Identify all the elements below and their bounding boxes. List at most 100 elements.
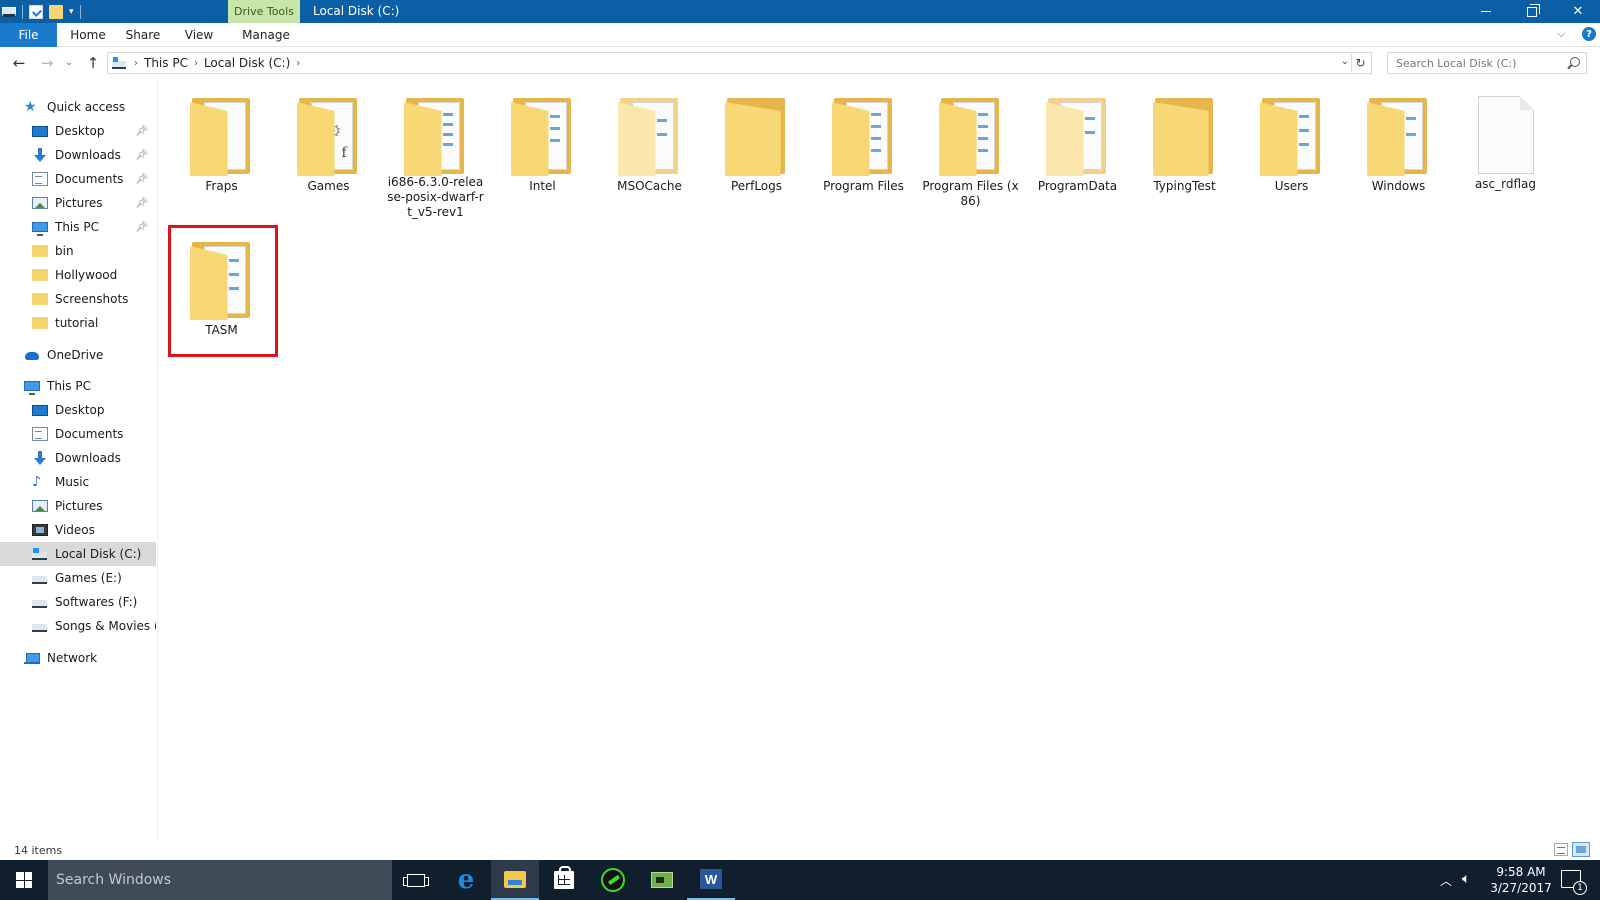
folder-item[interactable]: ProgramData xyxy=(1024,80,1131,220)
start-button[interactable] xyxy=(0,860,48,900)
nav-pc-documents[interactable]: Documents xyxy=(0,422,156,446)
search-box[interactable] xyxy=(1387,52,1587,74)
folder-item[interactable]: Program Files (x86) xyxy=(917,80,1024,220)
folder-item[interactable]: i686-6.3.0-release-posix-dwarf-rt_v5-rev… xyxy=(382,80,489,220)
razer-taskbar-button[interactable] xyxy=(589,860,637,900)
chevron-right-icon[interactable]: › xyxy=(134,58,138,69)
nav-pc-local-disk-c[interactable]: Local Disk (C:) xyxy=(0,542,156,566)
item-name: Games xyxy=(307,179,350,193)
tab-home[interactable]: Home xyxy=(64,23,112,47)
chevron-right-icon[interactable]: › xyxy=(194,58,198,69)
breadcrumb-this-pc[interactable]: This PC xyxy=(144,56,188,70)
tab-manage[interactable]: Manage xyxy=(232,23,300,47)
clock[interactable]: 9:58 AM 3/27/2017 xyxy=(1484,864,1558,896)
nav-pc-songs-movies-g[interactable]: Songs & Movies (G: xyxy=(0,614,156,638)
details-view-button[interactable] xyxy=(1554,843,1568,856)
nav-quick-hollywood[interactable]: Hollywood xyxy=(0,263,156,287)
nav-quick-desktop[interactable]: Desktop 📌︎ xyxy=(0,119,156,143)
help-icon[interactable]: ? xyxy=(1582,27,1596,41)
nav-onedrive[interactable]: OneDrive xyxy=(0,343,156,367)
folder-icon xyxy=(617,96,682,176)
customize-toolbar-icon[interactable]: ▾ xyxy=(69,7,74,17)
back-button[interactable]: ← xyxy=(8,53,30,73)
new-folder-icon[interactable] xyxy=(49,4,63,19)
task-view-button[interactable] xyxy=(392,860,440,900)
folder-item[interactable]: Windows xyxy=(1345,80,1452,220)
nav-pc-videos[interactable]: Videos xyxy=(0,518,156,542)
folder-item[interactable]: TypingTest xyxy=(1131,80,1238,220)
nav-label: Documents xyxy=(55,427,124,441)
folder-item[interactable]: Games xyxy=(275,80,382,220)
nav-pc-desktop[interactable]: Desktop xyxy=(0,398,156,422)
properties-icon[interactable] xyxy=(29,4,43,19)
nav-label: Pictures xyxy=(55,499,103,513)
address-bar[interactable]: › This PC › Local Disk (C:) › ⌄ ↻ xyxy=(107,52,1372,74)
nav-label: Songs & Movies (G: xyxy=(55,619,156,633)
chevron-right-icon[interactable]: › xyxy=(296,58,300,69)
nav-label: This PC xyxy=(55,220,99,234)
forward-button[interactable]: → xyxy=(36,53,58,73)
store-taskbar-button[interactable] xyxy=(540,860,588,900)
taskbar-search-input[interactable] xyxy=(56,872,376,888)
tab-view[interactable]: View xyxy=(176,23,222,47)
nav-pc-softwares-f[interactable]: Softwares (F:) xyxy=(0,590,156,614)
nav-pc-downloads[interactable]: Downloads xyxy=(0,446,156,470)
pin-icon[interactable]: 📌︎ xyxy=(135,174,148,185)
folder-item[interactable]: Users xyxy=(1238,80,1345,220)
notification-count-badge: 1 xyxy=(1573,881,1587,895)
search-icon[interactable] xyxy=(1570,57,1580,67)
tab-file[interactable]: File xyxy=(0,23,57,47)
search-input[interactable] xyxy=(1396,56,1561,70)
taskbar-search[interactable] xyxy=(48,860,392,900)
pictures-icon xyxy=(32,197,48,209)
nav-quick-pictures[interactable]: Pictures 📌︎ xyxy=(0,191,156,215)
item-name: Users xyxy=(1274,179,1309,193)
folder-item[interactable]: Intel xyxy=(489,80,596,220)
breadcrumb-local-disk[interactable]: Local Disk (C:) xyxy=(204,56,290,70)
nav-label: Screenshots xyxy=(55,292,129,306)
tab-share[interactable]: Share xyxy=(122,23,164,47)
file-explorer-taskbar-button[interactable] xyxy=(491,860,539,900)
recent-locations-button[interactable]: ⌄ xyxy=(62,53,76,73)
nav-pc-music[interactable]: ♪ Music xyxy=(0,470,156,494)
drive-icon xyxy=(32,595,48,609)
expand-ribbon-icon[interactable]: ⌵ xyxy=(1557,27,1565,41)
show-hidden-icons-icon[interactable]: ︿ xyxy=(1440,872,1452,889)
nav-this-pc[interactable]: This PC xyxy=(0,374,156,398)
nav-quick-tutorial[interactable]: tutorial xyxy=(0,311,156,335)
restore-button[interactable] xyxy=(1509,0,1555,23)
folder-item[interactable]: MSOCache xyxy=(596,80,703,220)
close-button[interactable]: ✕ xyxy=(1555,0,1600,23)
word-taskbar-button[interactable]: W xyxy=(687,860,735,900)
up-button[interactable]: ↑ xyxy=(82,53,104,73)
hardware-monitor-taskbar-button[interactable] xyxy=(638,860,686,900)
nav-quick-access[interactable]: ★ Quick access xyxy=(0,95,156,119)
volume-icon[interactable]: 🔈︎ xyxy=(1462,871,1470,887)
pin-icon[interactable]: 📌︎ xyxy=(135,222,148,233)
pin-icon[interactable]: 📌︎ xyxy=(135,126,148,137)
folder-item[interactable]: PerfLogs xyxy=(703,80,810,220)
pin-icon[interactable]: 📌︎ xyxy=(135,198,148,209)
minimize-button[interactable] xyxy=(1463,0,1509,23)
folder-item[interactable]: Program Files xyxy=(810,80,917,220)
nav-pc-games-e[interactable]: Games (E:) xyxy=(0,566,156,590)
pin-icon[interactable]: 📌︎ xyxy=(135,150,148,161)
file-item[interactable]: asc_rdflag xyxy=(1452,80,1559,220)
nav-label: Network xyxy=(47,651,98,665)
quick-access-toolbar: ▾ xyxy=(0,0,81,23)
nav-quick-downloads[interactable]: Downloads 📌︎ xyxy=(0,143,156,167)
nav-quick-this-pc[interactable]: This PC 📌︎ xyxy=(0,215,156,239)
address-dropdown-icon[interactable]: ⌄ xyxy=(1341,56,1349,67)
drive-icon[interactable] xyxy=(2,6,16,17)
nav-network[interactable]: Network xyxy=(0,646,156,670)
window-title: Local Disk (C:) xyxy=(313,4,400,18)
large-icons-view-button[interactable] xyxy=(1572,842,1590,857)
close-icon: ✕ xyxy=(1572,4,1584,19)
nav-quick-bin[interactable]: bin xyxy=(0,239,156,263)
nav-quick-screenshots[interactable]: Screenshots xyxy=(0,287,156,311)
refresh-button[interactable]: ↻ xyxy=(1351,54,1369,72)
folder-item[interactable]: Fraps xyxy=(168,80,275,220)
nav-quick-documents[interactable]: Documents 📌︎ xyxy=(0,167,156,191)
nav-pc-pictures[interactable]: Pictures xyxy=(0,494,156,518)
edge-taskbar-button[interactable]: e xyxy=(442,860,490,900)
